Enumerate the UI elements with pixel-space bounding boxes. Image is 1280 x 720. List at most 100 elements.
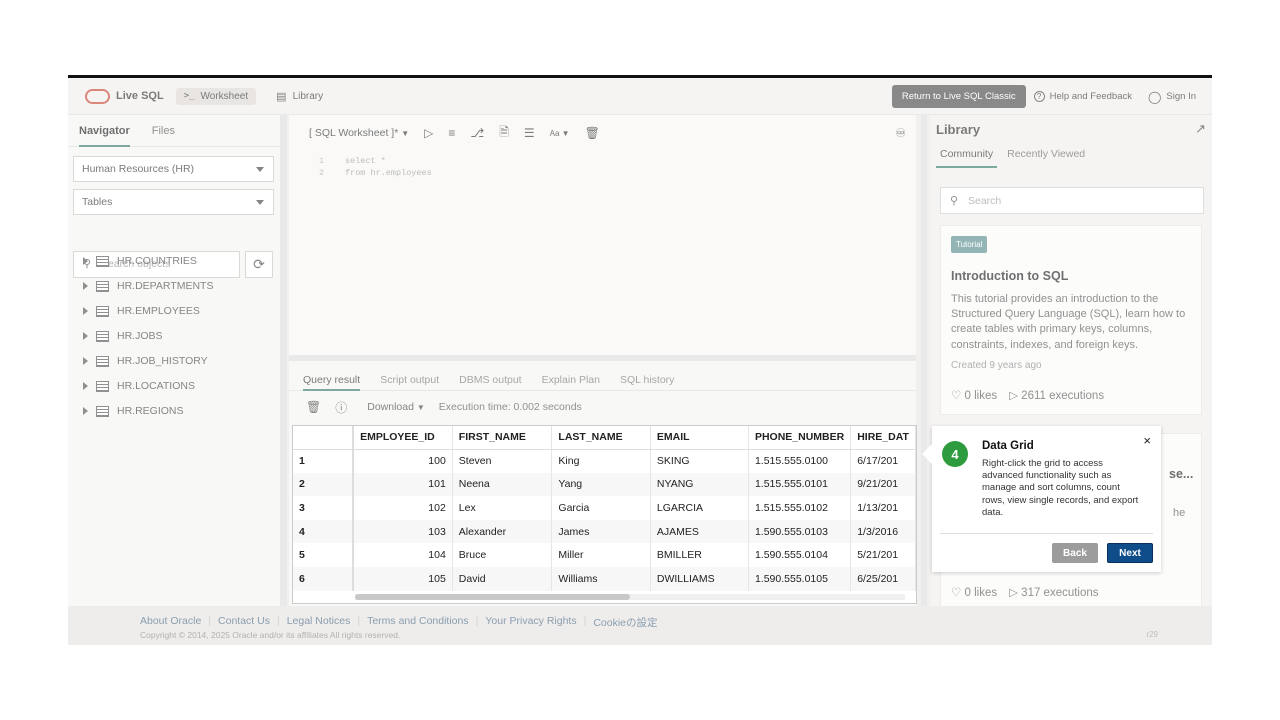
cell[interactable]: 1.590.555.0103 — [748, 519, 852, 544]
column-header[interactable]: PHONE_NUMBER — [748, 426, 852, 450]
cell[interactable]: 9/21/201 — [850, 472, 916, 497]
trash-icon[interactable]: 🗑 — [306, 400, 321, 414]
expand-icon[interactable] — [83, 357, 88, 365]
cell[interactable]: SKING — [650, 449, 749, 473]
expand-icon[interactable] — [83, 282, 88, 290]
cell[interactable]: James — [551, 519, 651, 544]
tab-script-output[interactable]: Script output — [380, 374, 439, 390]
tab-dbms-output[interactable]: DBMS output — [459, 374, 521, 390]
cell[interactable]: 101 — [353, 472, 453, 497]
table-row[interactable]: 2 101 Neena Yang NYANG 1.515.555.0101 9/21/201 — [293, 472, 916, 497]
likes-button[interactable]: ♡ 0 likes — [951, 388, 997, 402]
help-button[interactable]: ? Help and Feedback — [1033, 91, 1132, 102]
footer-link[interactable]: Cookieの設定 — [593, 615, 657, 630]
cell[interactable]: 6/25/201 — [850, 566, 916, 591]
data-grid[interactable]: EMPLOYEE_ID FIRST_NAME LAST_NAME EMAIL P… — [293, 426, 916, 603]
footer-link[interactable]: Your Privacy Rights — [485, 615, 576, 630]
expand-icon[interactable] — [83, 332, 88, 340]
tab-query-result[interactable]: Query result — [303, 374, 361, 391]
worksheet-nav-button[interactable]: >_ Worksheet — [175, 87, 257, 105]
cell[interactable]: Garcia — [551, 496, 651, 520]
cell[interactable]: 104 — [353, 543, 453, 567]
object-type-select[interactable]: Tables — [73, 189, 274, 215]
scrollbar-thumb[interactable] — [355, 594, 630, 600]
likes-button[interactable]: ♡ 0 likes — [951, 585, 997, 599]
library-search-input[interactable]: ⚲ Search — [940, 187, 1204, 214]
binoculars-icon[interactable]: ♾ — [895, 126, 906, 140]
cell[interactable]: Yang — [551, 472, 651, 497]
cell[interactable]: 6/17/201 — [850, 449, 916, 473]
tree-item[interactable]: HR.JOBS — [83, 327, 163, 345]
expand-icon[interactable] — [83, 307, 88, 315]
schema-select[interactable]: Human Resources (HR) — [73, 156, 274, 182]
expand-icon[interactable] — [83, 382, 88, 390]
tab-community[interactable]: Community — [936, 148, 998, 168]
font-size-button[interactable]: Aa ▼ — [550, 129, 570, 138]
column-header[interactable]: LAST_NAME — [551, 426, 651, 450]
close-icon[interactable]: × — [1143, 433, 1151, 448]
cell[interactable]: 1.515.555.0102 — [748, 496, 852, 520]
tree-item[interactable]: HR.COUNTRIES — [83, 252, 197, 270]
tree-item[interactable]: HR.EMPLOYEES — [83, 302, 200, 320]
expand-icon[interactable] — [83, 407, 88, 415]
footer-link[interactable]: Contact Us — [218, 615, 270, 630]
external-link-icon[interactable]: ↗ — [1195, 121, 1206, 137]
cell[interactable]: 105 — [353, 566, 453, 591]
footer-link[interactable]: About Oracle — [140, 615, 201, 630]
tree-item[interactable]: HR.REGIONS — [83, 402, 184, 420]
run-icon[interactable]: ▷ — [424, 126, 433, 140]
expand-icon[interactable] — [83, 257, 88, 265]
horizontal-scrollbar[interactable] — [355, 594, 905, 600]
column-header[interactable]: HIRE_DAT — [850, 426, 916, 450]
tree-item[interactable]: HR.JOB_HISTORY — [83, 352, 208, 370]
cell[interactable]: NYANG — [650, 472, 749, 497]
cell[interactable]: 1.590.555.0104 — [748, 543, 852, 567]
table-row[interactable]: 3 102 Lex Garcia LGARCIA 1.515.555.0102 1/13/2… — [293, 496, 916, 520]
cell[interactable]: 5/21/201 — [850, 543, 916, 567]
cell[interactable]: 100 — [353, 449, 453, 473]
tab-recently-viewed[interactable]: Recently Viewed — [1007, 148, 1085, 168]
navigator-splitter[interactable] — [281, 115, 287, 606]
cell[interactable]: Neena — [452, 472, 553, 497]
cell[interactable]: Alexander — [452, 519, 553, 544]
cell[interactable]: King — [551, 449, 651, 473]
brand-name[interactable]: Live SQL — [116, 90, 164, 102]
table-row[interactable]: 5 104 Bruce Miller BMILLER 1.590.555.0104 5/21… — [293, 543, 916, 567]
cell[interactable]: 1.515.555.0101 — [748, 472, 852, 497]
cell[interactable]: Steven — [452, 449, 553, 473]
tree-item[interactable]: HR.LOCATIONS — [83, 377, 195, 395]
download-button[interactable]: Download ▼ — [367, 401, 425, 413]
cell[interactable]: DWILLIAMS — [650, 566, 749, 591]
library-splitter[interactable] — [921, 115, 927, 606]
library-card[interactable]: Tutorial Introduction to SQL This tutori… — [940, 225, 1202, 415]
cell[interactable]: 103 — [353, 519, 453, 544]
tab-navigator[interactable]: Navigator — [79, 125, 130, 147]
cell[interactable]: BMILLER — [650, 543, 749, 567]
next-button[interactable]: Next — [1107, 543, 1153, 563]
cell[interactable]: David — [452, 566, 553, 591]
column-header[interactable]: FIRST_NAME — [452, 426, 553, 450]
cell[interactable]: Bruce — [452, 543, 553, 567]
code-area[interactable]: 1 select * 2 from hr.employees — [319, 155, 432, 179]
column-header[interactable]: EMAIL — [650, 426, 749, 450]
table-row[interactable]: 4 103 Alexander James AJAMES 1.590.555.0103 1/… — [293, 519, 916, 544]
run-script-icon[interactable]: ≡ — [448, 126, 455, 140]
table-row[interactable]: 1 100 Steven King SKING 1.515.555.0100 6/17/20… — [293, 449, 916, 473]
cell[interactable]: Miller — [551, 543, 651, 567]
footer-link[interactable]: Legal Notices — [287, 615, 351, 630]
signin-button[interactable]: ◯ Sign In — [1148, 90, 1196, 104]
worksheet-title[interactable]: [ SQL Worksheet ]* ▼ — [309, 127, 409, 139]
trash-icon[interactable]: 🗑 — [585, 126, 600, 140]
table-row[interactable]: 6 105 David Williams DWILLIAMS 1.590.555.0105… — [293, 566, 916, 591]
cell[interactable]: 102 — [353, 496, 453, 520]
format-icon[interactable]: ☰ — [524, 126, 535, 140]
library-nav-button[interactable]: ▤ Library — [268, 87, 331, 106]
tab-files[interactable]: Files — [152, 125, 175, 146]
classic-button[interactable]: Return to Live SQL Classic — [891, 85, 1026, 108]
explain-plan-icon[interactable]: ⎇ — [470, 126, 484, 140]
tab-explain-plan[interactable]: Explain Plan — [542, 374, 600, 390]
refresh-button[interactable]: ⟳ — [245, 251, 273, 278]
cell[interactable]: LGARCIA — [650, 496, 749, 520]
cell[interactable]: 1/3/2016 — [850, 519, 916, 544]
save-file-icon[interactable]: 🗎 — [499, 123, 509, 144]
